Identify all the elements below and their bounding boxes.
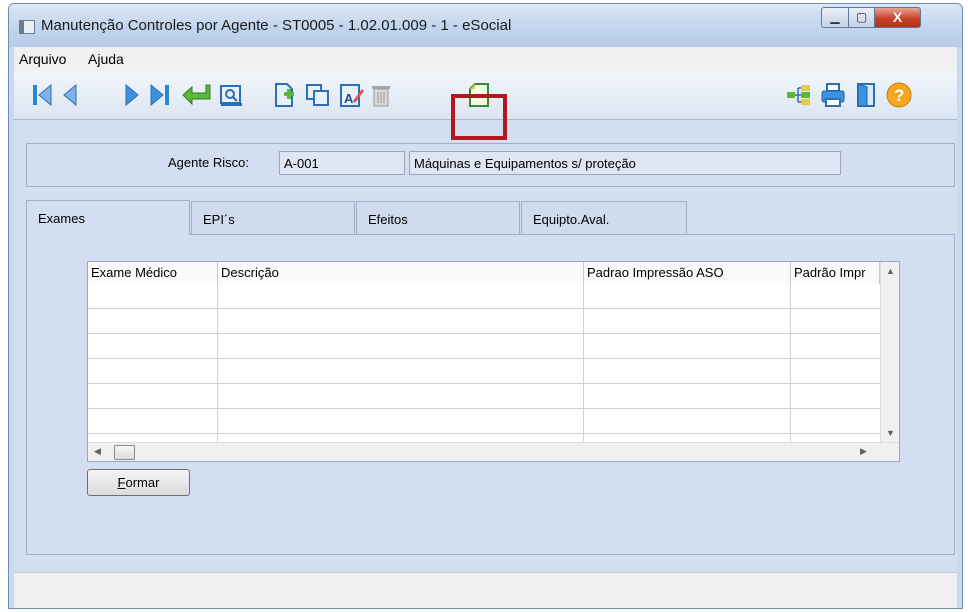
next-record-icon[interactable] xyxy=(118,81,146,109)
preview-icon[interactable] xyxy=(217,81,245,109)
copy-record-icon[interactable] xyxy=(304,81,332,109)
column-header-exame-medico[interactable]: Exame Médico xyxy=(88,262,218,284)
table-row[interactable] xyxy=(88,359,880,384)
horizontal-scrollbar[interactable]: ◀ ▶ xyxy=(88,442,899,461)
scroll-down-icon[interactable]: ▼ xyxy=(886,428,895,438)
delete-icon[interactable] xyxy=(367,81,395,109)
table-row[interactable] xyxy=(88,284,880,309)
close-button[interactable]: X xyxy=(874,7,921,28)
exit-door-icon[interactable] xyxy=(852,81,880,109)
table-row[interactable] xyxy=(88,409,880,434)
menu-ajuda[interactable]: Ajuda xyxy=(88,51,124,67)
agent-description-field[interactable]: Máquinas e Equipamentos s/ proteção xyxy=(409,151,841,175)
minimize-button[interactable]: ▁ xyxy=(821,7,849,28)
scroll-up-icon[interactable]: ▲ xyxy=(886,266,895,276)
app-window-icon xyxy=(19,20,35,34)
help-icon[interactable]: ? xyxy=(885,81,913,109)
first-record-icon[interactable] xyxy=(28,81,56,109)
client-area: Arquivo Ajuda A ? Agente Risco: A-001 Má… xyxy=(14,47,957,608)
maximize-button[interactable]: ▢ xyxy=(848,7,875,28)
menu-arquivo[interactable]: Arquivo xyxy=(19,51,66,67)
svg-text:A: A xyxy=(344,91,354,106)
table-row[interactable] xyxy=(88,309,880,334)
previous-record-icon[interactable] xyxy=(57,81,85,109)
formar-button[interactable]: Formar xyxy=(87,469,190,496)
tab-exames-label: Exames xyxy=(38,211,85,226)
edit-text-icon[interactable]: A xyxy=(337,81,365,109)
print-icon[interactable] xyxy=(819,81,847,109)
column-header-padrao-impressao-aso[interactable]: Padrao Impressão ASO xyxy=(584,262,791,284)
highlight-box xyxy=(451,94,507,140)
vertical-scrollbar[interactable]: ▲ ▼ xyxy=(880,262,899,444)
column-header-descricao[interactable]: Descrição xyxy=(218,262,584,284)
status-bar xyxy=(14,572,957,608)
new-record-icon[interactable] xyxy=(270,81,298,109)
exames-grid: Exame Médico Descrição Padrao Impressão … xyxy=(87,261,900,462)
tree-view-icon[interactable] xyxy=(785,81,813,109)
tab-epis[interactable]: EPI´s xyxy=(191,201,355,234)
agent-code-field[interactable]: A-001 xyxy=(279,151,405,175)
app-window: Manutenção Controles por Agente - ST0005… xyxy=(8,3,963,609)
window-title: Manutenção Controles por Agente - ST0005… xyxy=(41,17,512,34)
table-row[interactable] xyxy=(88,384,880,409)
tab-panel-exames: Exame Médico Descrição Padrao Impressão … xyxy=(26,234,955,555)
tab-epis-label: EPI´s xyxy=(203,212,235,227)
title-bar[interactable]: Manutenção Controles por Agente - ST0005… xyxy=(9,4,962,47)
scroll-right-icon[interactable]: ▶ xyxy=(860,446,867,457)
tab-efeitos[interactable]: Efeitos xyxy=(356,201,520,234)
last-record-icon[interactable] xyxy=(147,81,175,109)
column-header-padrao-impr[interactable]: Padrão Impr xyxy=(791,262,880,284)
agent-risco-label: Agente Risco: xyxy=(168,155,249,170)
toolbar: A ? xyxy=(14,71,957,140)
confirm-icon[interactable] xyxy=(180,81,214,109)
formar-mnemonic: F xyxy=(117,475,126,490)
agent-panel: Agente Risco: A-001 Máquinas e Equipamen… xyxy=(26,143,955,187)
formar-label: ormar xyxy=(125,475,160,490)
svg-text:?: ? xyxy=(894,86,904,105)
horizontal-scroll-thumb[interactable] xyxy=(114,445,135,460)
menu-bar: Arquivo Ajuda xyxy=(14,47,957,71)
tab-efeitos-label: Efeitos xyxy=(368,212,408,227)
tab-equipto-aval[interactable]: Equipto.Aval. xyxy=(521,201,687,234)
scroll-left-icon[interactable]: ◀ xyxy=(94,446,101,457)
tab-equipto-aval-label: Equipto.Aval. xyxy=(533,212,610,227)
table-row[interactable] xyxy=(88,334,880,359)
tab-exames[interactable]: Exames xyxy=(26,200,190,235)
